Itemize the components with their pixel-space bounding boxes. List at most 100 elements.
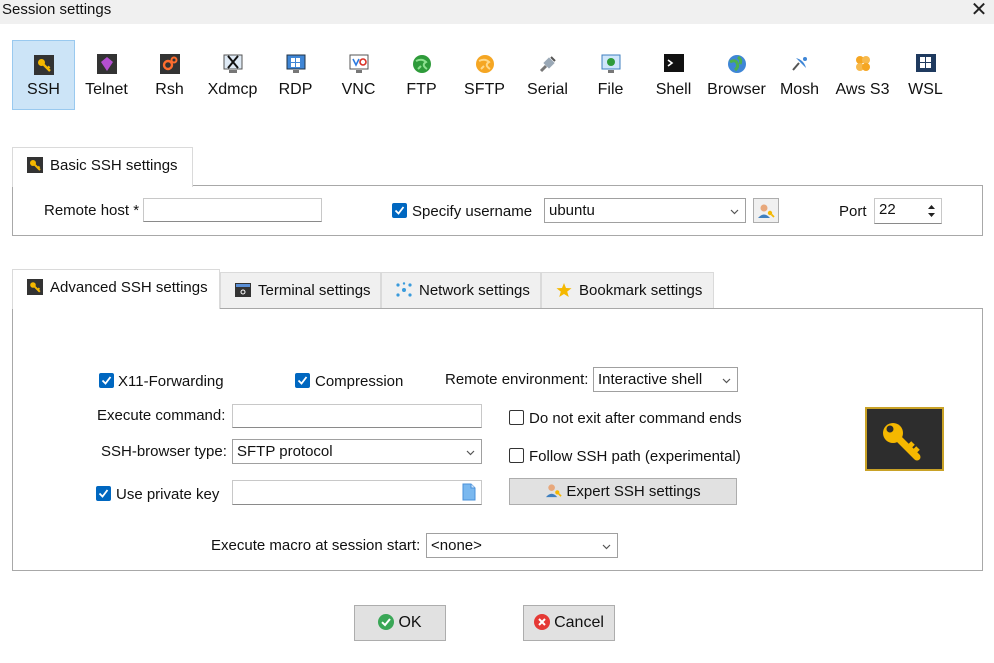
session-type-label: Serial — [527, 81, 568, 98]
session-type-sftp-button[interactable]: SFTP — [453, 40, 516, 110]
window-title: Session settings — [2, 1, 112, 18]
follow-ssh-path-checkbox[interactable] — [509, 448, 524, 463]
session-type-label: WSL — [908, 81, 943, 98]
title-bar — [0, 0, 994, 24]
use-private-key-checkbox[interactable] — [96, 486, 111, 501]
session-type-browser-button[interactable]: Browser — [705, 40, 768, 110]
tab-label: Terminal settings — [258, 282, 371, 299]
tab-bookmark-settings[interactable]: Bookmark settings — [541, 272, 714, 309]
execute-macro-select[interactable]: <none> — [426, 533, 618, 558]
ssh-browser-type-select[interactable]: SFTP protocol — [232, 439, 482, 464]
session-type-label: Aws S3 — [835, 81, 890, 98]
session-type-telnet-button[interactable]: Telnet — [75, 40, 138, 110]
telnet-icon — [96, 54, 117, 74]
execute-macro-value: <none> — [431, 537, 482, 554]
tab-basic-ssh-settings[interactable]: Basic SSH settings — [12, 147, 193, 187]
tab-label: Bookmark settings — [579, 282, 703, 299]
cancel-label: Cancel — [554, 614, 604, 631]
session-type-ftp-button[interactable]: FTP — [390, 40, 453, 110]
session-type-xdmcp-button[interactable]: Xdmcp — [201, 40, 264, 110]
session-type-label: RDP — [278, 81, 313, 98]
star-icon — [556, 283, 572, 297]
session-type-file-button[interactable]: File — [579, 40, 642, 110]
remote-environment-value: Interactive shell — [598, 371, 703, 388]
session-type-rsh-button[interactable]: Rsh — [138, 40, 201, 110]
specify-username-checkbox[interactable] — [392, 203, 407, 218]
execute-command-input[interactable] — [232, 404, 482, 428]
ftp-icon — [412, 55, 431, 73]
serial-icon — [539, 56, 556, 73]
do-not-exit-checkbox[interactable] — [509, 410, 524, 425]
session-type-aws-s3-button[interactable]: Aws S3 — [831, 40, 894, 110]
session-type-vnc-button[interactable]: VNC — [327, 40, 390, 110]
user-key-icon — [546, 484, 563, 498]
do-not-exit-label: Do not exit after command ends — [529, 410, 742, 427]
vnc-icon — [349, 54, 368, 73]
ok-label: OK — [398, 614, 422, 631]
file-browse-icon[interactable] — [462, 483, 476, 501]
remote-host-label: Remote host * — [44, 202, 140, 219]
session-type-label: Xdmcp — [207, 81, 258, 98]
network-icon — [396, 282, 412, 297]
username-value: ubuntu — [549, 202, 595, 219]
port-spinner[interactable]: 22 — [874, 198, 942, 224]
session-type-label: Rsh — [155, 81, 184, 98]
follow-ssh-path-label: Follow SSH path (experimental) — [529, 448, 741, 465]
terminal-icon — [235, 283, 251, 297]
execute-command-label: Execute command: — [97, 407, 226, 424]
shell-icon — [663, 54, 684, 72]
tab-advanced-ssh-settings[interactable]: Advanced SSH settings — [12, 269, 220, 309]
tab-label: Advanced SSH settings — [50, 279, 208, 296]
x11-forwarding-checkbox[interactable] — [99, 373, 114, 388]
sftp-icon — [475, 55, 494, 73]
session-type-label: Browser — [707, 81, 766, 98]
user-manager-button[interactable] — [753, 198, 779, 223]
session-type-wsl-button[interactable]: WSL — [894, 40, 957, 110]
port-label: Port — [839, 203, 867, 220]
cancel-circle-icon — [534, 614, 551, 630]
chevron-down-icon — [722, 378, 731, 384]
expert-ssh-settings-button[interactable]: Expert SSH settings — [509, 478, 737, 505]
close-button[interactable]: ✕ — [966, 0, 992, 22]
session-type-ssh-button[interactable]: SSH — [12, 40, 75, 110]
xdmcp-icon — [223, 54, 242, 73]
compression-label: Compression — [315, 373, 404, 390]
tab-network-settings[interactable]: Network settings — [381, 272, 541, 309]
expert-ssh-settings-label: Expert SSH settings — [566, 483, 701, 500]
session-type-label: Shell — [655, 81, 692, 98]
session-type-label: File — [597, 81, 624, 98]
username-select[interactable]: ubuntu — [544, 198, 746, 223]
tab-label: Network settings — [419, 282, 530, 299]
session-type-label: Mosh — [779, 81, 820, 98]
session-type-mosh-button[interactable]: Mosh — [768, 40, 831, 110]
mosh-icon — [791, 57, 807, 71]
file-icon — [601, 54, 620, 73]
chevron-down-icon — [466, 450, 475, 456]
ssh-browser-type-label: SSH-browser type: — [101, 443, 227, 460]
session-type-label: SSH — [27, 81, 60, 98]
spinner-arrows-icon[interactable] — [927, 203, 936, 219]
cancel-button[interactable]: Cancel — [523, 605, 615, 641]
check-circle-icon — [378, 614, 395, 630]
ssh-icon — [27, 279, 43, 295]
close-icon: ✕ — [970, 0, 988, 21]
session-type-serial-button[interactable]: Serial — [516, 40, 579, 110]
session-type-shell-button[interactable]: Shell — [642, 40, 705, 110]
session-type-label: FTP — [406, 81, 437, 98]
private-key-input[interactable] — [232, 480, 482, 505]
user-key-icon — [758, 204, 775, 218]
tab-terminal-settings[interactable]: Terminal settings — [220, 272, 381, 309]
key-icon — [883, 423, 921, 461]
remote-environment-select[interactable]: Interactive shell — [593, 367, 738, 392]
use-private-key-label: Use private key — [116, 486, 220, 503]
aws-s3-icon — [855, 56, 870, 71]
ok-button[interactable]: OK — [354, 605, 446, 641]
tab-label: Basic SSH settings — [50, 157, 178, 174]
compression-checkbox[interactable] — [295, 373, 310, 388]
session-type-rdp-button[interactable]: RDP — [264, 40, 327, 110]
ssh-browser-type-value: SFTP protocol — [237, 443, 333, 460]
ssh-icon — [27, 151, 43, 173]
wsl-icon — [915, 54, 936, 72]
remote-environment-label: Remote environment: — [445, 371, 589, 388]
remote-host-input[interactable] — [143, 198, 322, 222]
